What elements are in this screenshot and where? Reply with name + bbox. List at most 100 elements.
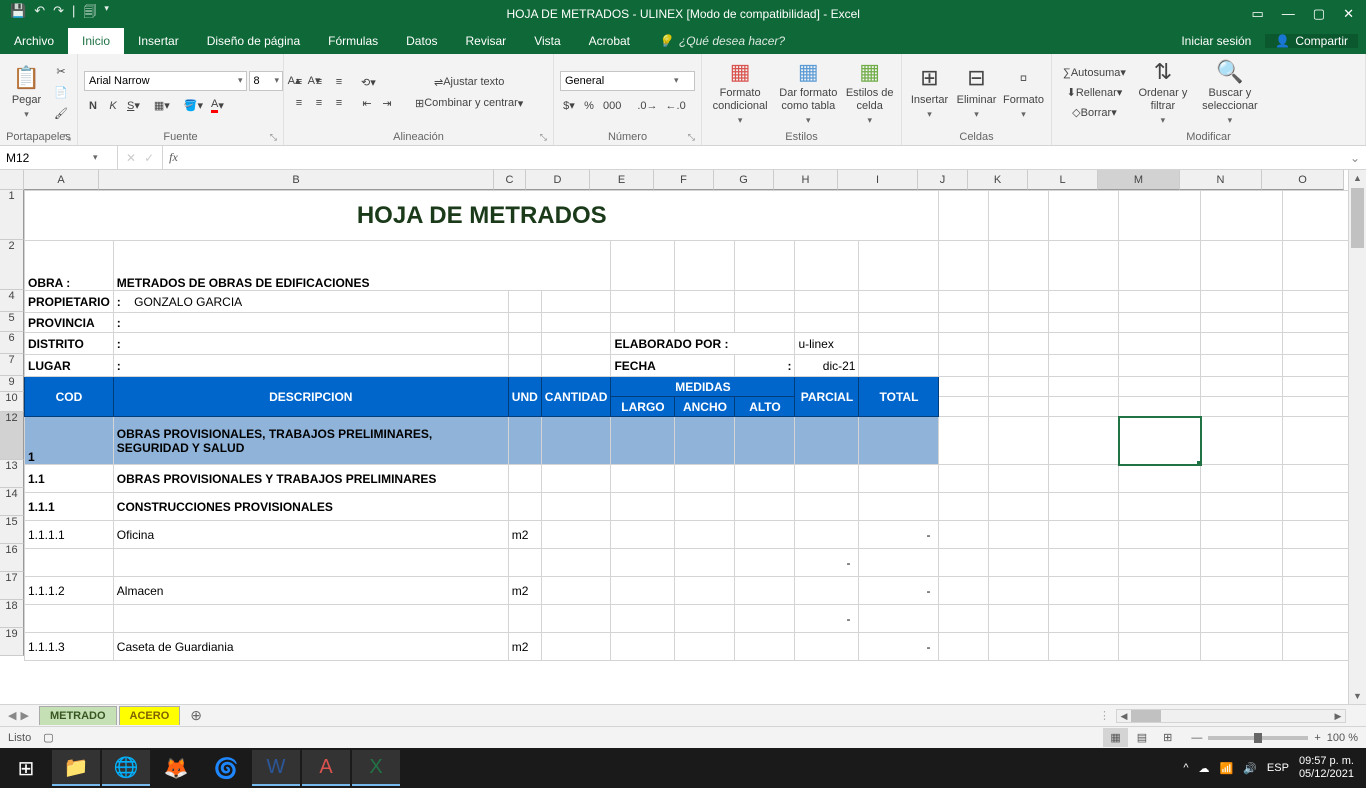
cancel-formula-icon[interactable]: ✕: [126, 151, 136, 165]
cell[interactable]: Caseta de Guardiania: [113, 633, 508, 661]
dialog-launcher-icon[interactable]: ⤡: [540, 132, 547, 143]
tray-language[interactable]: ESP: [1267, 762, 1289, 774]
ribbon-options-icon[interactable]: ▭: [1252, 6, 1264, 22]
scroll-thumb[interactable]: [1131, 710, 1161, 722]
col-header[interactable]: N: [1180, 170, 1262, 190]
redo-icon[interactable]: ↷: [53, 3, 64, 25]
share-button[interactable]: 👤 Compartir: [1265, 34, 1358, 48]
percent-format-button[interactable]: %: [580, 97, 598, 115]
number-format-input[interactable]: [561, 75, 671, 87]
align-bottom-button[interactable]: ≡: [330, 73, 348, 91]
cell[interactable]: m2: [508, 577, 541, 605]
dialog-launcher-icon[interactable]: ⤡: [270, 132, 277, 143]
cell[interactable]: PROVINCIA: [25, 313, 114, 333]
add-sheet-button[interactable]: ⊕: [180, 707, 212, 724]
tray-clock[interactable]: 09:57 p. m. 05/12/2021: [1299, 755, 1354, 781]
page-break-view-button[interactable]: ⊞: [1156, 728, 1179, 747]
underline-button[interactable]: S▾: [124, 97, 143, 115]
header-medidas[interactable]: MEDIDAS: [611, 377, 795, 397]
increase-decimal-button[interactable]: .0→: [634, 97, 660, 115]
fill-color-button[interactable]: 🪣▾: [181, 97, 206, 115]
border-button[interactable]: ▦▾: [151, 97, 173, 115]
col-header[interactable]: J: [918, 170, 968, 190]
page-layout-view-button[interactable]: ▤: [1130, 728, 1154, 747]
save-icon[interactable]: 💾: [10, 3, 26, 25]
wrap-text-button[interactable]: ⇌ Ajustar texto: [408, 73, 530, 91]
paste-button[interactable]: 📋 Pegar ▾: [6, 65, 47, 119]
tab-diseno[interactable]: Diseño de página: [193, 28, 314, 54]
cell[interactable]: 1.1.1.2: [25, 577, 114, 605]
horizontal-scrollbar[interactable]: ◀ ▶: [1116, 709, 1346, 723]
tab-datos[interactable]: Datos: [392, 28, 451, 54]
cell[interactable]: OBRAS PROVISIONALES Y TRABAJOS PRELIMINA…: [113, 465, 508, 493]
dialog-launcher-icon[interactable]: ⤡: [688, 132, 695, 143]
fill-button[interactable]: ⬇ Rellenar ▾: [1058, 84, 1131, 102]
task-word[interactable]: W: [252, 750, 300, 786]
row-header[interactable]: 4: [0, 290, 24, 312]
sheet-nav-prev-icon[interactable]: ◀: [8, 709, 16, 722]
font-name-combo[interactable]: ▾: [84, 71, 247, 91]
macro-record-icon[interactable]: ▢: [43, 731, 53, 744]
cell[interactable]: m2: [508, 521, 541, 549]
increase-indent-button[interactable]: ⇥: [378, 94, 396, 112]
cell[interactable]: -: [859, 577, 939, 605]
tab-vista[interactable]: Vista: [520, 28, 574, 54]
undo-icon[interactable]: ↶: [34, 3, 45, 25]
tell-me-search[interactable]: 💡 ¿Qué desea hacer?: [644, 28, 785, 54]
decrease-indent-button[interactable]: ⇤: [358, 94, 376, 112]
normal-view-button[interactable]: ▦: [1103, 728, 1127, 747]
cell[interactable]: Almacen: [113, 577, 508, 605]
cell[interactable]: CONSTRUCCIONES PROVISIONALES: [113, 493, 508, 521]
header-alto[interactable]: ALTO: [735, 397, 795, 417]
cell[interactable]: : GONZALO GARCIA: [113, 291, 508, 313]
sheet-nav-next-icon[interactable]: ▶: [20, 709, 28, 722]
format-cells-button[interactable]: ▫Formato▾: [1002, 65, 1045, 119]
zoom-out-button[interactable]: ―: [1191, 732, 1202, 744]
task-firefox[interactable]: 🦊: [152, 750, 200, 786]
col-header[interactable]: F: [654, 170, 714, 190]
cell[interactable]: 1.1: [25, 465, 114, 493]
zoom-slider[interactable]: [1208, 736, 1308, 740]
cell[interactable]: -: [795, 605, 859, 633]
col-header[interactable]: D: [526, 170, 590, 190]
col-header[interactable]: K: [968, 170, 1028, 190]
insert-cells-button[interactable]: ⊞Insertar▾: [908, 65, 951, 119]
row-header[interactable]: 7: [0, 354, 24, 376]
cell[interactable]: :: [113, 333, 508, 355]
font-color-button[interactable]: A▾: [208, 97, 227, 115]
row-header[interactable]: 6: [0, 332, 24, 354]
cell[interactable]: :: [113, 313, 508, 333]
name-box-dropdown[interactable]: ▾: [90, 152, 101, 163]
col-header[interactable]: L: [1028, 170, 1098, 190]
task-excel[interactable]: X: [352, 750, 400, 786]
cell[interactable]: OBRA :: [25, 241, 114, 291]
header-total[interactable]: TOTAL: [859, 377, 939, 417]
cell-styles-button[interactable]: ▦Estilos de celda▾: [844, 59, 895, 127]
cell[interactable]: :: [735, 355, 795, 377]
row-header[interactable]: 10: [0, 392, 24, 412]
sort-filter-button[interactable]: ⇅Ordenar y filtrar▾: [1135, 59, 1191, 127]
cell-grid[interactable]: HOJA DE METRADOS OBRA : METRADOS DE OBRA…: [24, 190, 1366, 704]
align-top-button[interactable]: ≡: [290, 73, 308, 91]
tray-network-icon[interactable]: 📶: [1220, 762, 1234, 775]
selected-cell[interactable]: [1119, 417, 1201, 465]
scroll-left-icon[interactable]: ◀: [1117, 710, 1131, 722]
cell[interactable]: FECHA: [611, 355, 735, 377]
task-chrome[interactable]: 🌐: [102, 750, 150, 786]
tab-file[interactable]: Archivo: [0, 28, 68, 54]
bold-button[interactable]: N: [84, 97, 102, 115]
row-header[interactable]: 12: [0, 412, 24, 460]
cell[interactable]: -: [795, 549, 859, 577]
col-header[interactable]: C: [494, 170, 526, 190]
italic-button[interactable]: K: [104, 97, 122, 115]
col-header[interactable]: H: [774, 170, 838, 190]
header-largo[interactable]: LARGO: [611, 397, 675, 417]
sheet-tab-metrado[interactable]: METRADO: [39, 706, 117, 725]
task-edge[interactable]: 🌀: [202, 750, 250, 786]
start-button[interactable]: ⊞: [2, 750, 50, 786]
zoom-level[interactable]: 100 %: [1327, 732, 1358, 744]
tab-acrobat[interactable]: Acrobat: [575, 28, 644, 54]
row-header[interactable]: 18: [0, 600, 24, 628]
merge-center-button[interactable]: ⊞ Combinar y centrar ▾: [408, 94, 530, 112]
cell[interactable]: dic-21: [795, 355, 859, 377]
